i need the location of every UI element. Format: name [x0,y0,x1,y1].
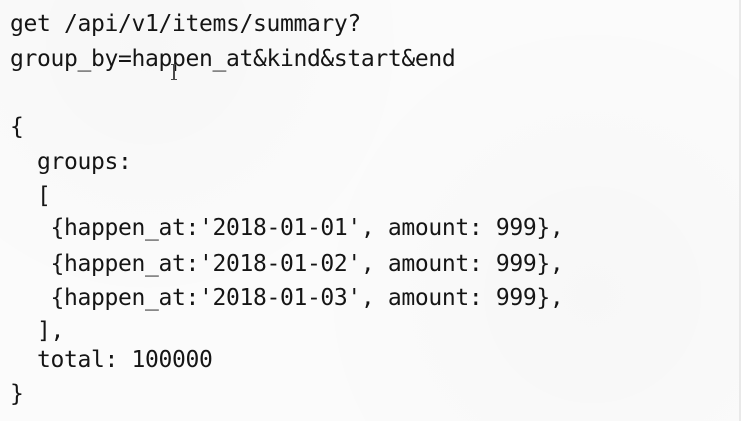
group-item-line-3: {happen_at:'2018-01-03', amount: 999}, [10,285,564,311]
total-line: total: 100000 [10,347,213,373]
group-item-line-2: {happen_at:'2018-01-02', amount: 999}, [10,251,564,277]
group-by-query-line: group_by=happen_at&kind&start&end [10,46,456,72]
groups-array-open-line: [ [10,183,51,209]
json-open-brace: { [10,114,24,140]
code-slide: get /api/v1/items/summary? group_by=happ… [0,0,741,421]
groups-key-line: groups: [10,149,132,175]
json-close-brace: } [10,381,24,407]
groups-array-close-line: ], [10,318,64,344]
group-item-line-1: {happen_at:'2018-01-01', amount: 999}, [10,215,564,241]
text-cursor-icon [171,62,177,84]
request-path-line: get /api/v1/items/summary? [10,11,361,37]
